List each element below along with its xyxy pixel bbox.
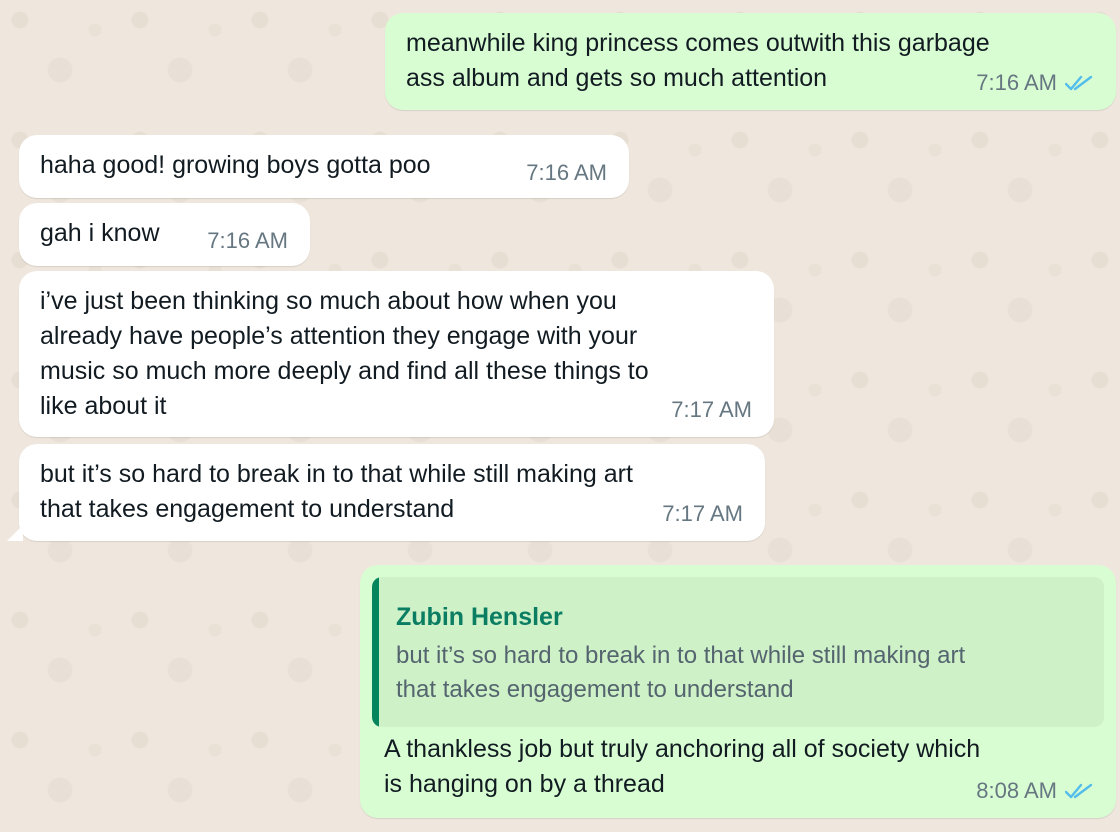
message-meta: 7:16 AM <box>526 155 607 190</box>
message-text: haha good! growing boys gotta poo <box>40 151 431 179</box>
quote-text: but it’s so hard to break in to that whi… <box>396 642 966 703</box>
message-time: 7:17 AM <box>671 397 752 422</box>
message-bubble-incoming[interactable]: haha good! growing boys gotta poo 7:16 A… <box>19 135 629 198</box>
message-meta: 7:17 AM <box>662 496 743 531</box>
message-time: 7:16 AM <box>976 70 1057 95</box>
message-bubble-incoming[interactable]: gah i know 7:16 AM <box>19 203 310 266</box>
quote-accent-bar <box>372 577 379 727</box>
message-text: i’ve just been thinking so much about ho… <box>40 287 649 420</box>
chat-thread[interactable]: meanwhile king princess comes outwith th… <box>0 0 1120 832</box>
message-time: 8:08 AM <box>976 778 1057 803</box>
message-meta: 7:16 AM <box>207 223 288 258</box>
message-time: 7:16 AM <box>526 160 607 185</box>
message-bubble-outgoing[interactable]: meanwhile king princess comes outwith th… <box>385 13 1116 110</box>
message-time: 7:17 AM <box>662 501 743 526</box>
double-check-icon <box>1065 75 1093 90</box>
message-text: but it’s so hard to break in to that whi… <box>40 460 633 523</box>
message-bubble-outgoing-reply[interactable]: Zubin Hensler but it’s so hard to break … <box>360 565 1116 818</box>
message-meta: 8:08 AM <box>976 773 1094 808</box>
message-bubble-incoming[interactable]: but it’s so hard to break in to that whi… <box>7 444 765 541</box>
message-meta: 7:16 AM <box>976 65 1094 100</box>
quote-author: Zubin Hensler <box>396 603 563 631</box>
quoted-message[interactable]: Zubin Hensler but it’s so hard to break … <box>372 577 1104 727</box>
message-tail <box>7 525 23 541</box>
double-check-icon <box>1065 783 1093 798</box>
message-bubble-incoming[interactable]: i’ve just been thinking so much about ho… <box>19 271 774 437</box>
message-meta: 7:17 AM <box>671 392 752 427</box>
message-text: gah i know <box>40 219 160 247</box>
message-time: 7:16 AM <box>207 228 288 253</box>
